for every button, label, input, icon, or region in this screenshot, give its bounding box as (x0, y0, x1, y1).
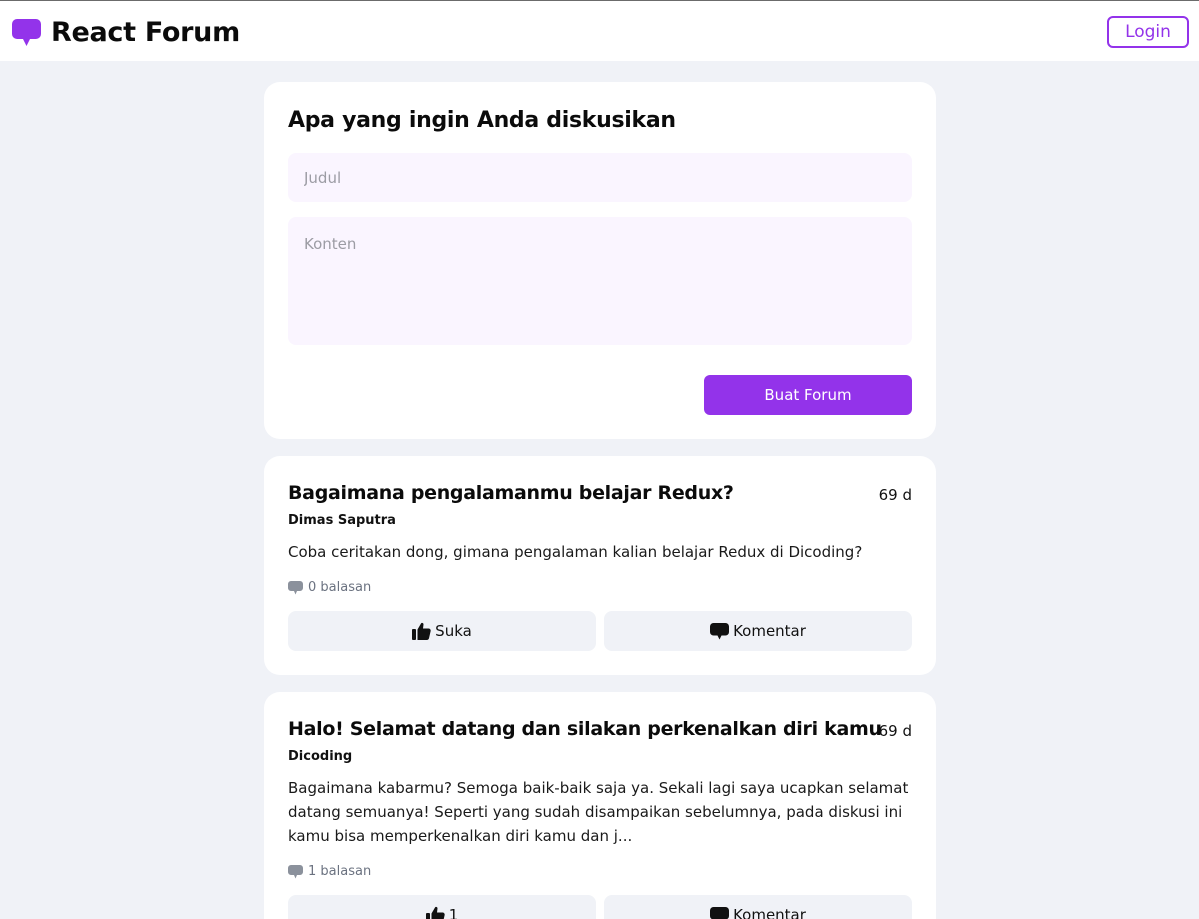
form-heading: Apa yang ingin Anda diskusikan (288, 108, 676, 133)
comment-icon (710, 623, 730, 640)
thread-card: Bagaimana pengalamanmu belajar Redux? 69… (264, 456, 936, 675)
reply-count: 0 balasan (288, 580, 371, 595)
thread-body: Bagaimana kabarmu? Semoga baik-baik saja… (288, 779, 909, 845)
create-thread-button[interactable]: Buat Forum (704, 375, 912, 415)
speech-bubble-icon (12, 19, 41, 46)
like-count: 1 (448, 906, 459, 919)
thread-age: 69 d (878, 486, 912, 504)
thread-title-input[interactable] (288, 153, 912, 202)
like-button[interactable]: 1 (288, 895, 596, 919)
comment-button[interactable]: Komentar (604, 895, 912, 919)
reply-count-label: 0 balasan (308, 580, 372, 595)
like-label: Suka (435, 622, 472, 640)
thread-title[interactable]: Halo! Selamat datang dan silakan perkena… (288, 718, 882, 740)
comment-icon (710, 907, 730, 919)
like-button[interactable]: Suka (288, 611, 596, 651)
reply-count: 1 balasan (288, 864, 371, 879)
thumbs-up-icon (425, 906, 445, 919)
thread-title[interactable]: Bagaimana pengalamanmu belajar Redux? (288, 482, 734, 504)
thread-author: Dimas Saputra (288, 513, 396, 528)
brand[interactable]: React Forum (12, 17, 240, 49)
thread-age: 69 d (878, 722, 912, 740)
new-thread-form: Apa yang ingin Anda diskusikan Buat Foru… (264, 82, 936, 439)
comment-label: Komentar (733, 622, 806, 640)
reply-count-label: 1 balasan (308, 864, 372, 879)
thread-card: Halo! Selamat datang dan silakan perkena… (264, 692, 936, 919)
comment-label: Komentar (733, 906, 806, 919)
thread-body: Coba ceritakan dong, gimana pengalaman k… (288, 543, 863, 561)
comment-button[interactable]: Komentar (604, 611, 912, 651)
comment-icon (288, 864, 303, 878)
login-button[interactable]: Login (1107, 16, 1189, 48)
thumbs-up-icon (412, 622, 431, 640)
app-title: React Forum (51, 17, 240, 48)
comment-icon (288, 580, 303, 594)
top-navbar: React Forum Login (0, 0, 1199, 61)
thread-content-input[interactable] (288, 217, 912, 345)
thread-author: Dicoding (288, 749, 353, 764)
